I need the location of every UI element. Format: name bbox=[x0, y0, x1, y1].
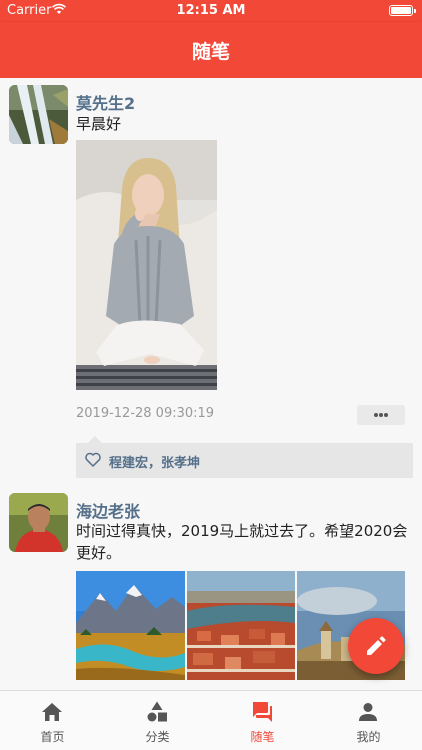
post-photo[interactable] bbox=[187, 571, 295, 680]
tab-label: 随笔 bbox=[250, 730, 275, 744]
more-button[interactable] bbox=[357, 405, 405, 425]
tab-label: 首页 bbox=[40, 730, 65, 744]
author-name[interactable]: 莫先生2 bbox=[76, 90, 135, 114]
nav-bar: 随笔 bbox=[0, 22, 422, 78]
tab-label: 分类 bbox=[145, 730, 170, 744]
post-photo[interactable] bbox=[76, 571, 185, 680]
more-dot-icon bbox=[384, 413, 388, 417]
tab-category[interactable]: 分类 bbox=[105, 691, 210, 750]
post-text: 时间过得真快，2019马上就过去了。希望2020会更好。 bbox=[76, 522, 408, 562]
more-dot-icon bbox=[374, 413, 378, 417]
tab-profile[interactable]: 我的 bbox=[316, 691, 421, 750]
page-title: 随笔 bbox=[191, 41, 230, 63]
feed-list[interactable]: 莫先生2 早晨好 2019-12-28 09:30:19 程建宏，张孝坤 海边老… bbox=[0, 78, 422, 690]
post-photo[interactable] bbox=[76, 140, 217, 390]
tab-notes[interactable]: 随笔 bbox=[210, 691, 315, 750]
more-dot-icon bbox=[379, 413, 383, 417]
pencil-icon bbox=[367, 636, 386, 655]
status-time: 12:15 AM bbox=[176, 3, 246, 18]
category-icon bbox=[147, 701, 167, 722]
avatar[interactable] bbox=[9, 493, 68, 552]
likes-box: 程建宏，张孝坤 bbox=[76, 436, 413, 478]
battery-icon bbox=[389, 5, 416, 16]
status-bar: Carrier 12:15 AM bbox=[0, 0, 422, 22]
notes-icon bbox=[253, 702, 272, 722]
author-name[interactable]: 海边老张 bbox=[76, 498, 140, 522]
heart-icon[interactable] bbox=[85, 452, 101, 467]
home-icon bbox=[42, 703, 62, 721]
post-text: 早晨好 bbox=[76, 115, 122, 133]
liker-names[interactable]: 程建宏，张孝坤 bbox=[109, 452, 200, 471]
compose-button[interactable] bbox=[348, 618, 404, 674]
tab-home[interactable]: 首页 bbox=[0, 691, 105, 750]
tab-bar: 首页 分类 随笔 我的 bbox=[0, 690, 422, 750]
post-time: 2019-12-28 09:30:19 bbox=[76, 406, 215, 421]
avatar[interactable] bbox=[9, 85, 68, 144]
tab-label: 我的 bbox=[356, 730, 381, 744]
profile-icon bbox=[359, 703, 377, 721]
